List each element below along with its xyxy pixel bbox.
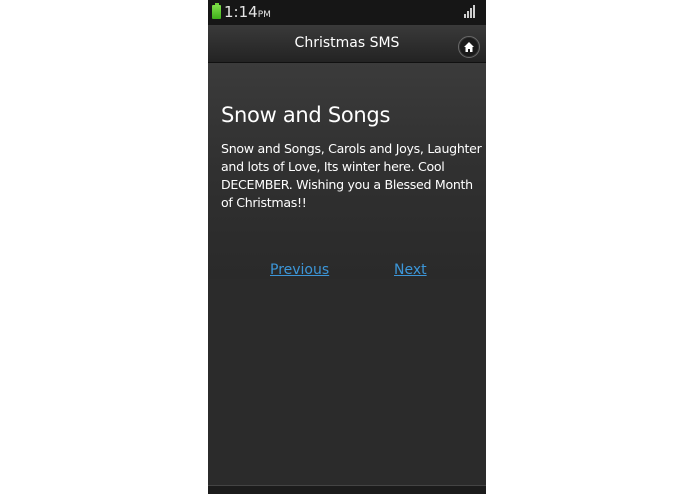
bottom-bar (208, 485, 486, 494)
status-bar: 1:14PM (208, 0, 486, 25)
message-body: Snow and Songs, Carols and Joys, Laughte… (221, 141, 482, 210)
message-panel: Snow and Songs Snow and Songs, Carols an… (208, 63, 486, 279)
previous-link[interactable]: Previous (270, 262, 329, 278)
next-link[interactable]: Next (394, 262, 427, 278)
battery-icon (212, 3, 221, 19)
screen: 1:14PM Christmas SMS Snow and Songs Snow… (0, 0, 695, 494)
status-time-ampm: PM (257, 10, 271, 20)
home-icon (464, 42, 474, 52)
status-time: 1:14PM (224, 3, 271, 24)
home-button[interactable] (458, 36, 480, 58)
message-title: Snow and Songs (221, 103, 391, 127)
signal-icon (464, 5, 478, 18)
title-bar: Christmas SMS (208, 25, 486, 63)
empty-area (208, 279, 486, 485)
status-time-value: 1:14 (224, 3, 258, 21)
app-title: Christmas SMS (294, 35, 400, 51)
phone-screen: 1:14PM Christmas SMS Snow and Songs Snow… (208, 0, 486, 494)
